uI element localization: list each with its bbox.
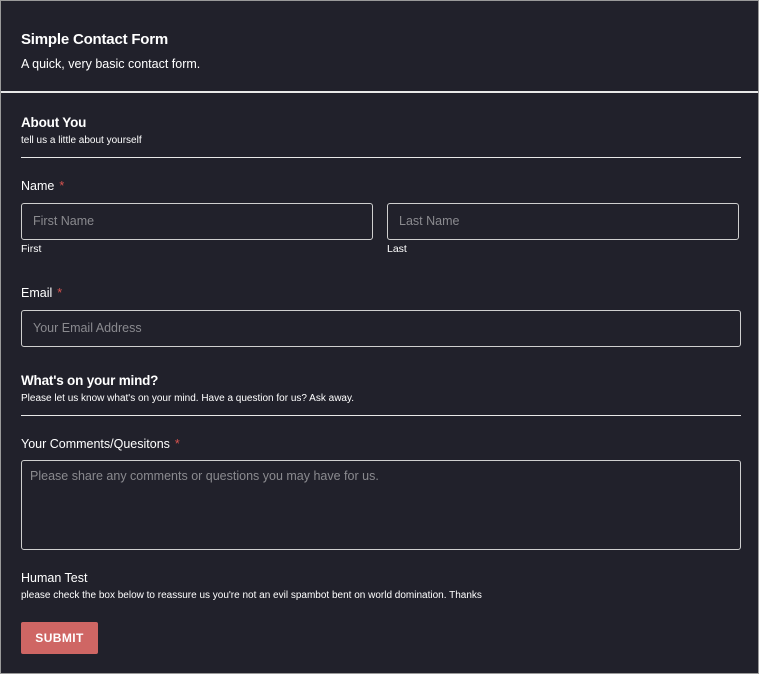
form-description: A quick, very basic contact form. — [21, 57, 201, 71]
section-title-about-you: About You — [21, 115, 87, 130]
name-required-mark: * — [59, 179, 65, 193]
form-title: Simple Contact Form — [21, 31, 169, 48]
section-subtitle-about-you: tell us a little about yourself — [21, 135, 142, 146]
email-required-mark: * — [57, 286, 63, 300]
comments-required-mark: * — [174, 437, 180, 451]
section-title-whats-on-your-mind: What's on your mind? — [21, 373, 159, 388]
human-test-label: Human Test — [21, 571, 88, 585]
contact-form: Simple Contact Form A quick, very basic … — [0, 0, 759, 674]
email-label-text: Email — [21, 286, 53, 300]
section-divider-whats-on-your-mind — [21, 415, 741, 416]
header-divider — [1, 91, 758, 93]
name-label: Name * — [21, 179, 64, 193]
human-test-description: please check the box below to reassure u… — [21, 590, 482, 601]
last-name-sublabel: Last — [387, 243, 407, 255]
comments-label-text: Your Comments/Quesitons — [21, 437, 170, 451]
first-name-input[interactable]: First Name — [21, 203, 373, 240]
name-label-text: Name — [21, 179, 55, 193]
section-divider-about-you — [21, 157, 741, 158]
form-header: Simple Contact Form A quick, very basic … — [1, 1, 758, 91]
first-name-sublabel: First — [21, 243, 42, 255]
last-name-input[interactable]: Last Name — [387, 203, 739, 240]
comments-label: Your Comments/Quesitons * — [21, 437, 180, 451]
comments-textarea[interactable]: Please share any comments or questions y… — [21, 460, 741, 550]
email-input[interactable]: Your Email Address — [21, 310, 741, 347]
email-label: Email * — [21, 286, 62, 300]
submit-button[interactable]: SUBMIT — [21, 622, 98, 654]
section-subtitle-whats-on-your-mind: Please let us know what's on your mind. … — [21, 393, 355, 404]
